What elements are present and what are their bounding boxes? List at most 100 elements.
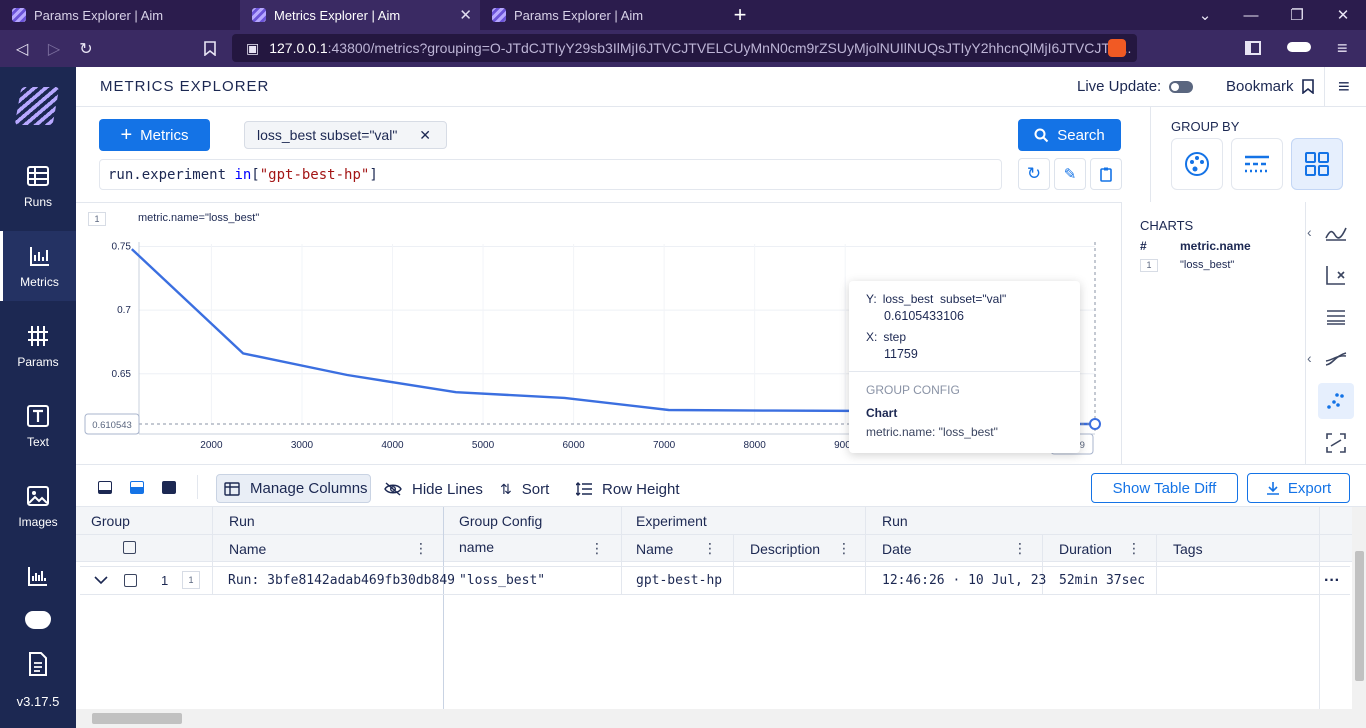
column-menu-icon[interactable]: ⋮ <box>590 540 604 557</box>
column-tags: Tags <box>1173 540 1203 557</box>
row-actions-icon[interactable]: ··· <box>1324 566 1340 595</box>
zoom-fit-icon <box>1326 433 1346 453</box>
row-chart-index-badge: 1 <box>182 571 200 589</box>
show-table-diff-button[interactable]: Show Table Diff <box>1091 473 1238 503</box>
hide-lines-button[interactable]: Hide Lines <box>384 476 483 502</box>
row-height-button[interactable]: Row Height <box>576 476 680 502</box>
row-run-name[interactable]: Run: 3bfe8142adab469fb30db849 <box>228 566 455 595</box>
export-button[interactable]: Export <box>1247 473 1350 503</box>
docs-icon[interactable] <box>28 652 48 679</box>
brave-shields-icon[interactable] <box>1108 39 1126 57</box>
manage-columns-button[interactable]: Manage Columns <box>216 474 371 503</box>
column-duration: Duration <box>1059 540 1112 557</box>
column-menu-icon[interactable]: ⋮ <box>1127 540 1141 557</box>
bookmark-button[interactable]: Bookmark <box>1226 78 1314 95</box>
zoom-tool[interactable] <box>1318 425 1354 461</box>
reset-query-button[interactable]: ↻ <box>1018 158 1050 190</box>
url-host: 127.0.0.1 <box>269 40 328 56</box>
add-metrics-button[interactable]: + Metrics <box>99 119 210 151</box>
header-divider <box>1324 67 1325 107</box>
table-vertical-scrollbar[interactable] <box>1352 507 1366 709</box>
discord-icon[interactable] <box>25 611 51 629</box>
dashboard-chart-icon[interactable] <box>26 564 50 591</box>
sidebar-item-params[interactable]: Params <box>0 311 76 381</box>
app-menu-icon[interactable]: ≡ <box>1338 76 1350 99</box>
column-menu-icon[interactable]: ⋮ <box>703 540 717 557</box>
minimize-window-button[interactable]: — <box>1228 0 1274 30</box>
table-resize-half-icon[interactable] <box>130 481 144 494</box>
sidebar-item-text[interactable]: Text <box>0 391 76 461</box>
sidebar-item-label: Text <box>26 435 49 449</box>
scrollbar-thumb[interactable] <box>1355 551 1364 681</box>
column-divider <box>1319 507 1320 709</box>
column-menu-icon[interactable]: ⋮ <box>1013 540 1027 557</box>
table-resize-collapsed-icon[interactable] <box>98 481 112 494</box>
live-update-toggle[interactable] <box>1169 80 1194 93</box>
aim-logo[interactable] <box>14 87 60 125</box>
curve-tool[interactable] <box>1318 341 1354 377</box>
collapse-chevron-icon[interactable]: ‹ <box>1307 224 1312 240</box>
group-by-chart-button[interactable] <box>1291 138 1343 190</box>
group-by-label: GROUP BY <box>1171 119 1240 134</box>
expand-row-chevron-icon[interactable] <box>94 566 108 595</box>
selected-metric-chip: loss_best subset="val" ✕ <box>244 121 447 149</box>
row-date: 12:46:26 · 10 Jul, 23 <box>882 573 1047 588</box>
back-button[interactable]: ◁ <box>6 33 38 65</box>
sidebar-item-images[interactable]: Images <box>0 471 76 541</box>
tooltip-divider <box>849 371 1080 372</box>
tooltip-x-prefix: X: <box>866 330 878 344</box>
header-group: Group <box>91 512 130 529</box>
x-tick-label: 7000 <box>653 440 676 451</box>
remove-chip-icon[interactable]: ✕ <box>419 127 431 144</box>
sidebar-item-label: Metrics <box>20 275 59 289</box>
sort-button[interactable]: ⇅ Sort <box>500 476 549 502</box>
close-tab-icon[interactable]: ✕ <box>459 6 472 24</box>
sort-label: Sort <box>521 480 550 498</box>
sidebar-item-metrics[interactable]: Metrics <box>0 231 76 301</box>
reload-button[interactable]: ↻ <box>70 33 102 65</box>
new-tab-button[interactable]: + <box>720 0 760 30</box>
bookmark-page-icon[interactable] <box>194 33 226 65</box>
table-horizontal-scrollbar[interactable] <box>76 709 1366 728</box>
group-by-stroke-button[interactable] <box>1231 138 1283 190</box>
tab-list-chevron-icon[interactable]: ⌄ <box>1182 0 1228 30</box>
copy-query-button[interactable] <box>1090 158 1122 190</box>
close-window-button[interactable]: ✕ <box>1320 0 1366 30</box>
sidebar-toggle-icon[interactable] <box>1245 41 1261 55</box>
plus-icon: + <box>120 123 133 146</box>
vpn-glasses-icon[interactable] <box>1287 42 1311 52</box>
edit-query-button[interactable]: ✎ <box>1054 158 1086 190</box>
tooltip-y-value: 0.6105433106 <box>884 309 964 323</box>
column-menu-icon[interactable]: ⋮ <box>837 540 851 557</box>
sidebar-item-runs[interactable]: Runs <box>0 151 76 221</box>
manage-columns-label: Manage Columns <box>250 480 368 497</box>
hover-y-label: 0.610543 <box>92 420 132 431</box>
highlight-mode-tool[interactable] <box>1318 383 1354 419</box>
search-button[interactable]: Search <box>1018 119 1121 151</box>
row-checkbox[interactable] <box>124 566 137 595</box>
x-axis-tool[interactable] <box>1318 257 1354 293</box>
charts-row-index: 1 <box>1140 259 1158 272</box>
group-by-color-button[interactable] <box>1171 138 1223 190</box>
collapse-chevron-icon[interactable]: ‹ <box>1307 350 1312 366</box>
browser-tab-active[interactable]: Metrics Explorer | Aim ✕ <box>240 0 480 30</box>
column-menu-icon[interactable]: ⋮ <box>414 540 428 557</box>
table-resize-full-icon[interactable] <box>162 481 176 494</box>
tab-title: Metrics Explorer | Aim <box>274 7 401 23</box>
select-all-checkbox[interactable] <box>123 534 136 561</box>
browser-menu-icon[interactable]: ≡ <box>1337 38 1348 59</box>
browser-tab[interactable]: Params Explorer | Aim <box>0 0 240 30</box>
aggregation-tool[interactable] <box>1318 215 1354 251</box>
tooltip-x-metric: step <box>883 330 907 344</box>
x-tick-label: 2000 <box>200 440 223 451</box>
address-bar-input[interactable]: ▣ 127.0.0.1:43800/metrics?grouping=O-JTd… <box>232 34 1137 62</box>
smoothing-tool[interactable] <box>1318 299 1354 335</box>
search-label: Search <box>1057 126 1105 144</box>
column-run-name: Name <box>229 540 267 557</box>
scrollbar-thumb[interactable] <box>92 713 182 724</box>
row-experiment[interactable]: gpt-best-hp <box>636 566 722 595</box>
forward-button[interactable]: ▷ <box>38 33 70 65</box>
query-input[interactable]: run.experiment in["gpt-best-hp"] <box>99 159 1002 190</box>
browser-tab[interactable]: Params Explorer | Aim <box>480 0 720 30</box>
maximize-window-button[interactable]: ❐ <box>1274 0 1320 30</box>
